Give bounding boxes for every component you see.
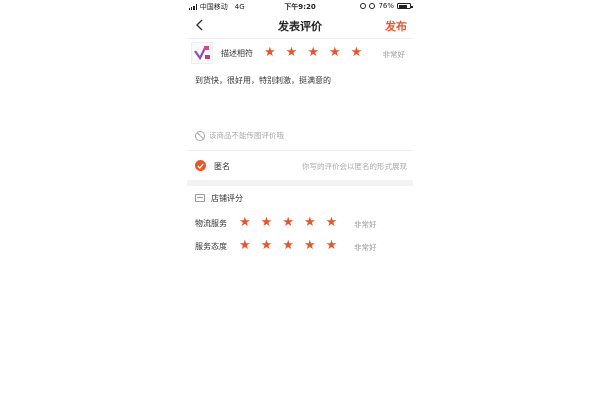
logistics-label: 物流服务 bbox=[195, 219, 227, 228]
shop-score-header: 店铺评分 bbox=[187, 190, 413, 208]
nav-bar: 发表评价 发布 bbox=[187, 12, 413, 38]
service-score-row: 服务态度 ★ ★ ★ ★ ★ 非常好 bbox=[187, 236, 413, 256]
shop-score-title: 店铺评分 bbox=[211, 194, 243, 203]
star-icon[interactable]: ★ bbox=[304, 239, 316, 252]
star-icon[interactable]: ★ bbox=[239, 239, 251, 252]
logistics-score-row: 物流服务 ★ ★ ★ ★ ★ 非常好 bbox=[187, 213, 413, 233]
star-icon[interactable]: ★ bbox=[326, 239, 338, 252]
star-icon[interactable]: ★ bbox=[326, 216, 338, 229]
anonymous-label: 匿名 bbox=[214, 162, 230, 171]
description-match-label: 描述相符 bbox=[221, 49, 253, 58]
prohibited-icon bbox=[195, 130, 205, 141]
logistics-star-rating[interactable]: ★ ★ ★ ★ ★ bbox=[239, 216, 337, 229]
lock-rotation-icon bbox=[360, 3, 367, 9]
anonymous-hint: 你写的评价会以匿名的形式展现 bbox=[302, 162, 407, 171]
product-rating-row: 描述相符 ★ ★ ★ ★ ★ 非常好 bbox=[187, 38, 413, 68]
service-star-rating[interactable]: ★ ★ ★ ★ ★ bbox=[239, 239, 337, 252]
service-attitude-label: 服务态度 bbox=[195, 242, 227, 251]
section-separator bbox=[187, 180, 413, 186]
anonymous-row: 匿名 你写的评价会以匿名的形式展现 bbox=[187, 152, 413, 180]
logistics-rating-text: 非常好 bbox=[354, 220, 377, 229]
star-icon[interactable]: ★ bbox=[304, 216, 316, 229]
star-icon[interactable]: ★ bbox=[261, 216, 273, 229]
review-text: 到货快，很好用，特别刺激，挺满意的 bbox=[195, 76, 331, 85]
alarm-icon bbox=[369, 3, 376, 9]
star-icon[interactable]: ★ bbox=[261, 239, 273, 252]
status-right: 76% bbox=[360, 2, 413, 10]
anonymous-checkbox[interactable] bbox=[195, 160, 206, 171]
checkmark-icon bbox=[197, 163, 204, 169]
battery-icon bbox=[397, 3, 413, 9]
star-icon[interactable]: ★ bbox=[282, 239, 294, 252]
star-icon[interactable]: ★ bbox=[239, 216, 251, 229]
shop-icon bbox=[195, 194, 205, 202]
phone-screen: 中国移动 4G 下午9:20 76% 发表评价 发布 描述相符 ★ ★ ★ ★ … bbox=[187, 0, 413, 400]
page-title: 发表评价 bbox=[278, 20, 322, 33]
star-icon[interactable]: ★ bbox=[307, 46, 319, 59]
divider bbox=[187, 150, 413, 151]
star-icon[interactable]: ★ bbox=[264, 46, 276, 59]
product-thumbnail bbox=[191, 42, 213, 64]
publish-button[interactable]: 发布 bbox=[385, 18, 407, 34]
star-icon[interactable]: ★ bbox=[286, 46, 298, 59]
status-bar: 中国移动 4G 下午9:20 76% bbox=[187, 0, 413, 12]
review-textarea[interactable]: 到货快，很好用，特别刺激，挺满意的 bbox=[187, 68, 413, 126]
battery-percent: 76% bbox=[378, 2, 394, 10]
product-image bbox=[194, 46, 210, 61]
star-icon[interactable]: ★ bbox=[351, 46, 363, 59]
product-rating-text: 非常好 bbox=[382, 50, 406, 59]
star-icon[interactable]: ★ bbox=[329, 46, 341, 59]
photo-notice: 该商品不能传图评价哦 bbox=[195, 130, 284, 141]
product-star-rating[interactable]: ★ ★ ★ ★ ★ bbox=[264, 46, 362, 59]
service-rating-text: 非常好 bbox=[354, 243, 377, 252]
photo-notice-text: 该商品不能传图评价哦 bbox=[209, 131, 284, 140]
star-icon[interactable]: ★ bbox=[282, 216, 294, 229]
